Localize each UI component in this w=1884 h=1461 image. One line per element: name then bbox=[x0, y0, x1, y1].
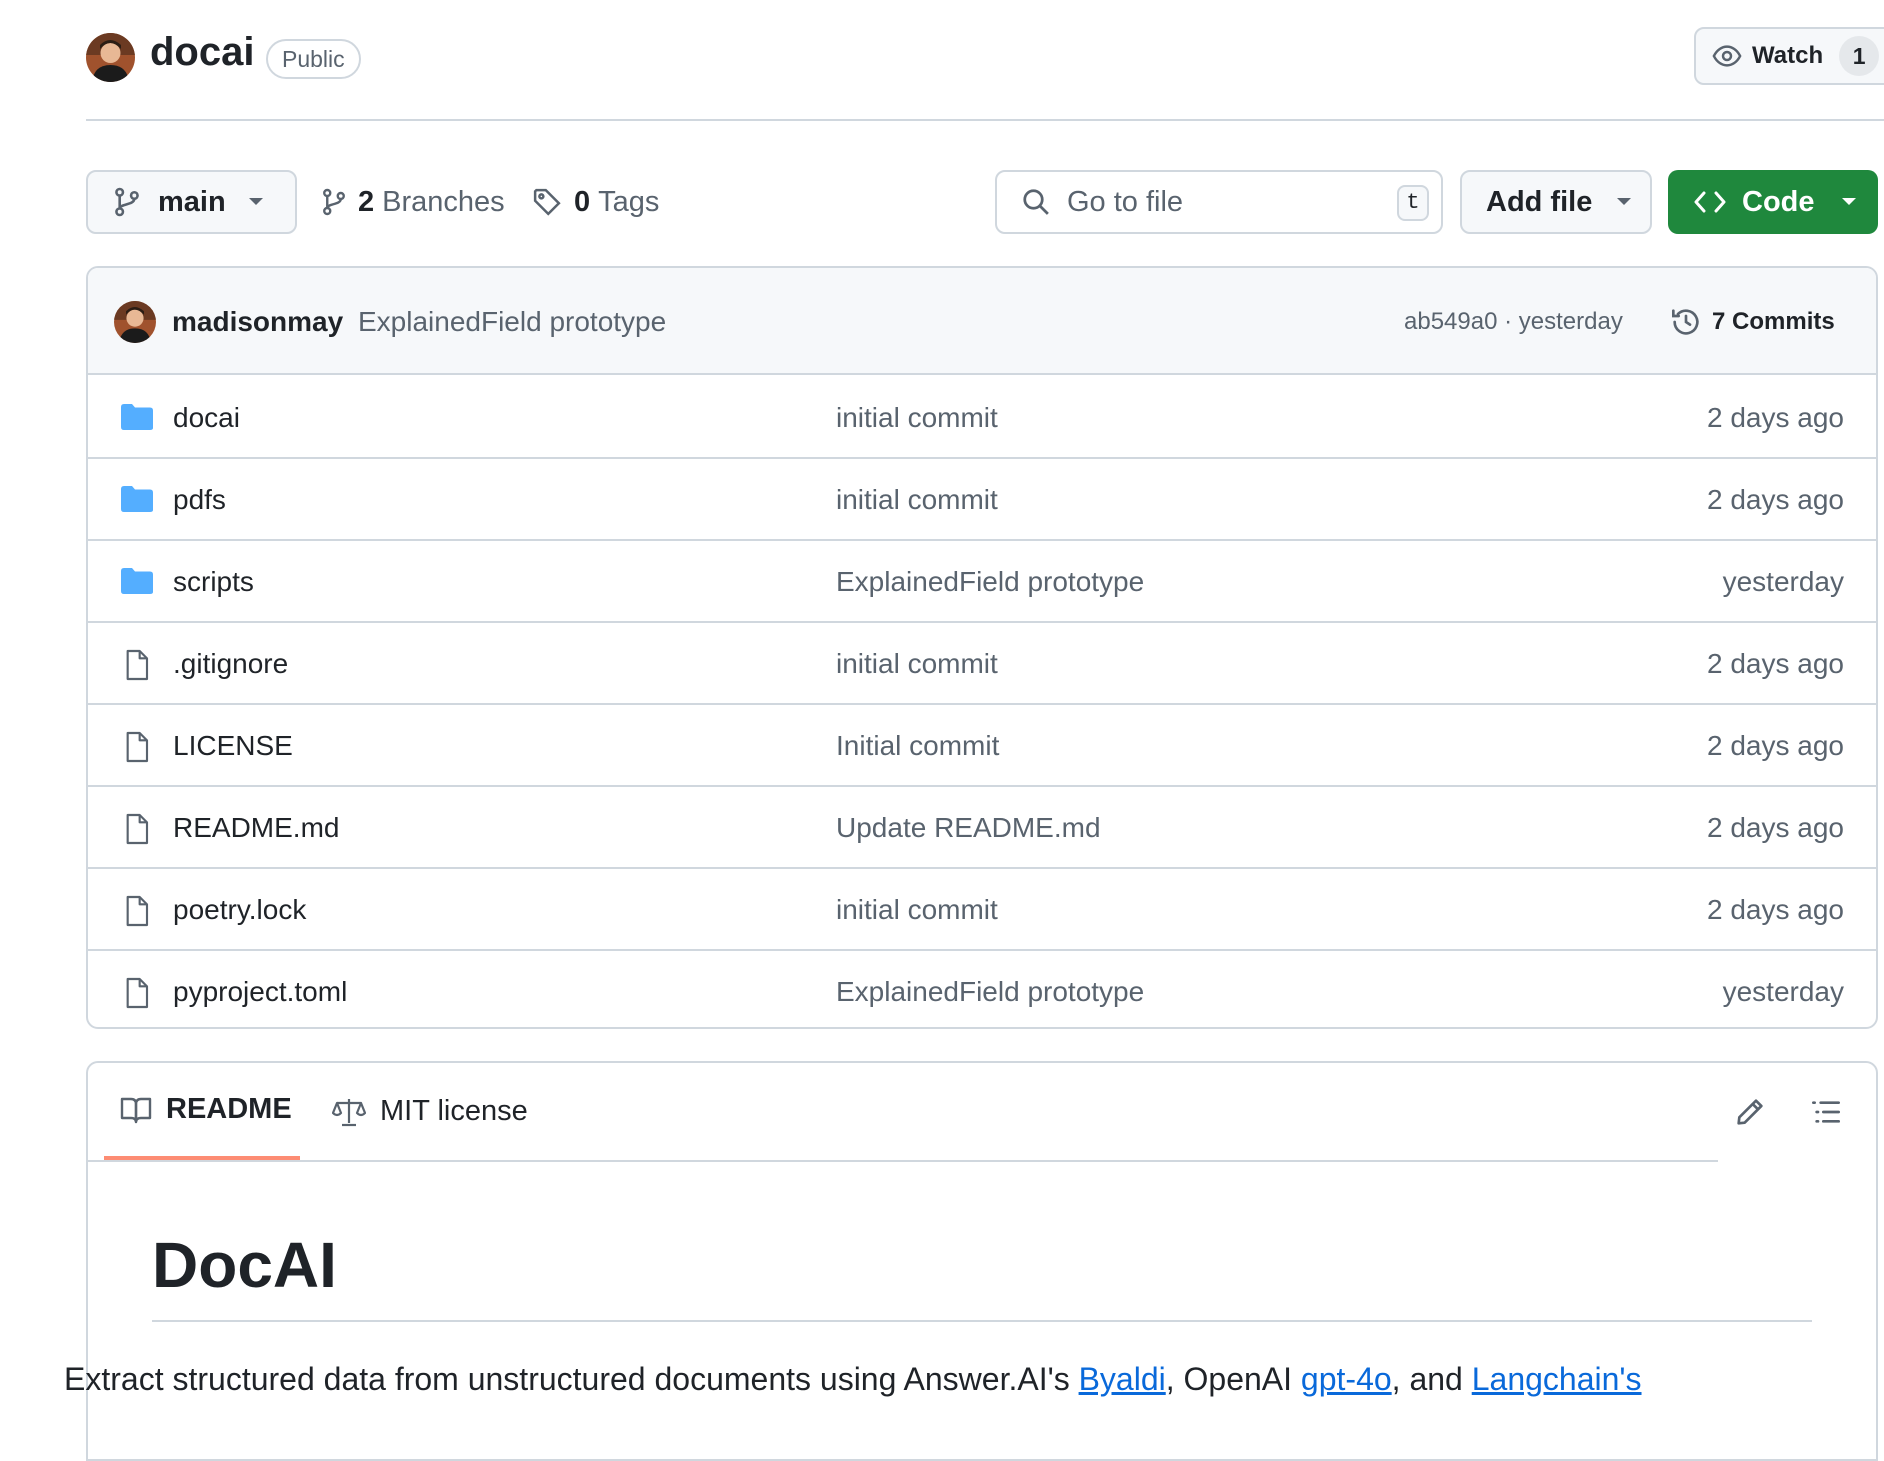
file-name[interactable]: docai bbox=[173, 402, 240, 434]
commits-history-link[interactable]: 7 Commits bbox=[1670, 302, 1835, 342]
caret-down-icon bbox=[1616, 197, 1632, 207]
readme-tabs: README MIT license bbox=[88, 1063, 1718, 1162]
file-row[interactable]: poetry.lock initial commit 2 days ago bbox=[88, 869, 1876, 951]
branches-link[interactable]: 2 Branches bbox=[322, 182, 505, 222]
readme-description: Extract structured data from unstructure… bbox=[64, 1361, 1642, 1398]
add-file-label: Add file bbox=[1486, 185, 1593, 218]
file-commit-date: 2 days ago bbox=[1707, 648, 1844, 679]
file-row[interactable]: LICENSE Initial commit 2 days ago bbox=[88, 705, 1876, 787]
tags-link[interactable]: 0 Tags bbox=[532, 182, 659, 222]
gpt-4o-link[interactable]: gpt-4o bbox=[1301, 1361, 1392, 1397]
list-outline-icon[interactable] bbox=[1810, 1096, 1842, 1128]
code-label: Code bbox=[1742, 185, 1815, 218]
tab-license[interactable]: MIT license bbox=[332, 1063, 528, 1160]
latest-commit-bar: madisonmay ExplainedField prototype ab54… bbox=[88, 268, 1876, 375]
folder-icon bbox=[120, 567, 154, 595]
file-commit-date: 2 days ago bbox=[1707, 484, 1844, 515]
langchain-link[interactable]: Langchain's bbox=[1472, 1361, 1642, 1397]
file-icon bbox=[120, 813, 154, 845]
file-commit-date: 2 days ago bbox=[1707, 730, 1844, 761]
file-commit-date: yesterday bbox=[1722, 976, 1844, 1007]
tab-license-label: MIT license bbox=[380, 1095, 528, 1127]
file-commit-message[interactable]: Update README.md bbox=[836, 812, 1101, 844]
book-icon bbox=[120, 1096, 152, 1124]
file-row[interactable]: .gitignore initial commit 2 days ago bbox=[88, 623, 1876, 705]
law-icon bbox=[332, 1097, 366, 1127]
desc-text: Extract structured data from unstructure… bbox=[64, 1361, 1079, 1397]
folder-icon bbox=[120, 485, 154, 513]
byaldi-link[interactable]: Byaldi bbox=[1079, 1361, 1166, 1397]
file-commit-message[interactable]: initial commit bbox=[836, 894, 998, 926]
file-icon bbox=[120, 731, 154, 763]
search-icon bbox=[1021, 187, 1051, 217]
eye-icon bbox=[1712, 41, 1742, 71]
file-row[interactable]: pyproject.toml ExplainedField prototype ye… bbox=[88, 951, 1876, 1027]
owner-avatar[interactable] bbox=[86, 33, 135, 82]
code-button[interactable]: Code bbox=[1668, 170, 1878, 234]
file-commit-message[interactable]: ExplainedField prototype bbox=[836, 566, 1144, 598]
history-icon bbox=[1670, 306, 1702, 338]
branch-name: main bbox=[158, 185, 226, 218]
file-row[interactable]: scripts ExplainedField prototype yesterday bbox=[88, 541, 1876, 623]
folder-icon bbox=[120, 403, 154, 431]
readme-panel: README MIT license DocAI bbox=[86, 1061, 1878, 1461]
git-branch-icon bbox=[322, 187, 346, 217]
pencil-icon[interactable] bbox=[1734, 1096, 1766, 1128]
readme-title: DocAI bbox=[152, 1228, 1812, 1322]
file-commit-date: 2 days ago bbox=[1707, 812, 1844, 843]
repo-header: docai Public Watch 1 bbox=[86, 0, 1884, 121]
file-name[interactable]: .gitignore bbox=[173, 648, 288, 680]
keyboard-shortcut-hint: t bbox=[1397, 185, 1429, 221]
file-commit-message[interactable]: initial commit bbox=[836, 402, 998, 434]
git-branch-icon bbox=[114, 187, 140, 217]
file-name[interactable]: LICENSE bbox=[173, 730, 293, 762]
file-name[interactable]: poetry.lock bbox=[173, 894, 306, 926]
file-name[interactable]: scripts bbox=[173, 566, 254, 598]
watch-count: 1 bbox=[1839, 36, 1880, 76]
visibility-badge: Public bbox=[266, 39, 361, 79]
tab-readme-label: README bbox=[166, 1093, 292, 1125]
file-commit-message[interactable]: ExplainedField prototype bbox=[836, 976, 1144, 1008]
file-commit-message[interactable]: initial commit bbox=[836, 484, 998, 516]
commit-author-avatar[interactable] bbox=[114, 301, 156, 343]
file-row[interactable]: pdfs initial commit 2 days ago bbox=[88, 459, 1876, 541]
repo-name[interactable]: docai bbox=[150, 30, 254, 75]
file-commit-date: yesterday bbox=[1722, 566, 1844, 597]
file-icon bbox=[120, 977, 154, 1009]
commit-author[interactable]: madisonmay bbox=[172, 306, 343, 338]
caret-down-icon bbox=[1841, 197, 1857, 207]
file-commit-message[interactable]: initial commit bbox=[836, 648, 998, 680]
file-commit-message[interactable]: Initial commit bbox=[836, 730, 999, 762]
commit-message[interactable]: ExplainedField prototype bbox=[358, 306, 666, 338]
file-table: madisonmay ExplainedField prototype ab54… bbox=[86, 266, 1878, 1029]
caret-down-icon bbox=[248, 197, 264, 207]
file-icon bbox=[120, 895, 154, 927]
file-name[interactable]: pdfs bbox=[173, 484, 226, 516]
tags-count: 0 bbox=[574, 185, 591, 218]
branches-count: 2 bbox=[358, 185, 375, 218]
file-name[interactable]: README.md bbox=[173, 812, 339, 844]
file-row[interactable]: docai initial commit 2 days ago bbox=[88, 377, 1876, 459]
code-icon bbox=[1694, 189, 1726, 215]
branches-label: Branches bbox=[382, 185, 505, 218]
commit-hash-time[interactable]: ab549a0 · yesterday bbox=[1404, 308, 1623, 336]
commits-label: 7 Commits bbox=[1712, 308, 1835, 335]
tags-label: Tags bbox=[598, 185, 660, 218]
add-file-button[interactable]: Add file bbox=[1460, 170, 1652, 234]
watch-label: Watch bbox=[1752, 42, 1824, 69]
file-commit-date: 2 days ago bbox=[1707, 402, 1844, 433]
tab-readme[interactable]: README bbox=[104, 1063, 300, 1160]
file-name[interactable]: pyproject.toml bbox=[173, 976, 347, 1008]
go-to-file-input[interactable]: Go to file t bbox=[995, 170, 1443, 234]
go-to-file-placeholder: Go to file bbox=[1067, 185, 1184, 218]
tag-icon bbox=[532, 187, 562, 217]
watch-button[interactable]: Watch 1 bbox=[1694, 27, 1884, 85]
desc-text: , and bbox=[1391, 1361, 1472, 1397]
branch-select-button[interactable]: main bbox=[86, 170, 297, 234]
desc-text: , OpenAI bbox=[1165, 1361, 1301, 1397]
file-icon bbox=[120, 649, 154, 681]
file-row[interactable]: README.md Update README.md 2 days ago bbox=[88, 787, 1876, 869]
file-commit-date: 2 days ago bbox=[1707, 894, 1844, 925]
